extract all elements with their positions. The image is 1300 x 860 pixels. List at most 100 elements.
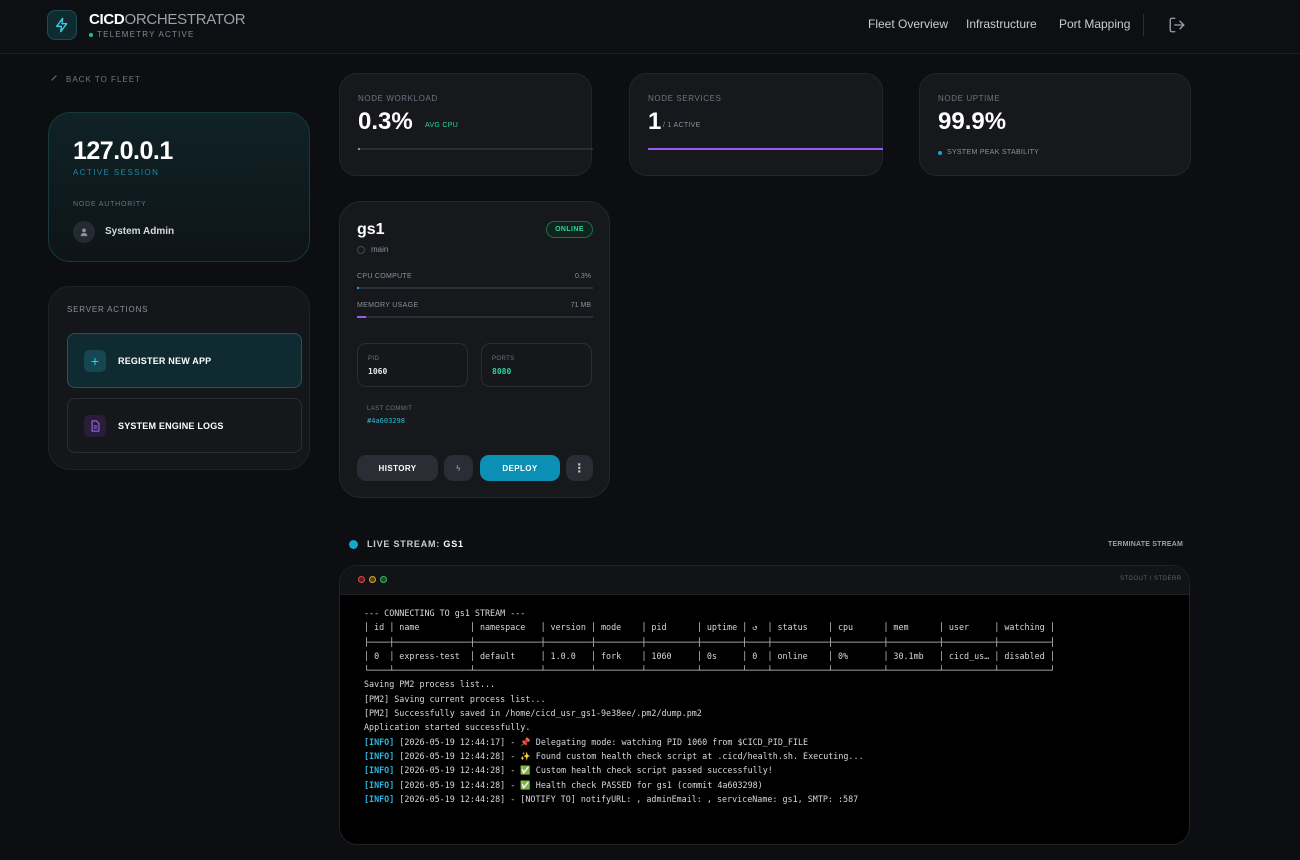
workload-label: NODE WORKLOAD [358,94,438,103]
branch-info: main [357,245,388,254]
uptime-sub: SYSTEM PEAK STABILITY [938,149,1039,156]
terminal-window: STDOUT / STDERR --- CONNECTING TO gs1 ST… [339,565,1190,845]
register-new-app-button[interactable]: + REGISTER NEW APP [67,333,302,388]
app-name: gs1 [357,221,385,238]
ports-value: 8080 [492,367,512,376]
info-text: [2026-05-19 12:44:28] - ✅ Health check P… [399,779,763,790]
uptime-label: NODE UPTIME [938,94,1001,103]
cpu-label: CPU COMPUTE [357,273,413,280]
telemetry-label: TELEMETRY ACTIVE [97,30,195,39]
terminal-info-line: [INFO] [2026-05-19 12:44:28] - ✨ Found c… [364,749,1055,763]
document-icon [84,414,106,437]
back-to-fleet-link[interactable]: BACK TO FLEET [50,74,141,84]
commit-hash[interactable]: #4a603298 [367,417,405,425]
back-label: BACK TO FLEET [66,74,141,84]
stream-channel-tag: STDOUT / STDERR [1120,576,1182,582]
authority-label: NODE AUTHORITY [73,201,147,208]
terminal-line: [PM2] Saving current process list... [364,693,546,704]
node-services-card: NODE SERVICES 1 / 1 ACTIVE [629,73,883,176]
workload-sub: AVG CPU [425,122,459,129]
info-tag: [INFO] [364,736,395,747]
app-brand: CICDORCHESTRATOR [89,11,246,28]
branch-label: main [371,245,389,254]
close-dot-icon [358,576,365,583]
uptime-dot-icon [938,150,942,155]
info-tag: [INFO] [364,750,395,761]
ports-box: PORTS 8080 [481,343,592,387]
history-button[interactable]: HISTORY [357,455,438,481]
ports-label: PORTS [492,356,515,362]
workload-bar [358,148,593,150]
admin-name: System Admin [105,226,175,237]
stream-title: LIVE STREAM: GS1 [367,539,464,549]
system-engine-logs-button[interactable]: SYSTEM ENGINE LOGS [67,398,302,453]
deploy-button[interactable]: DEPLOY [480,455,560,481]
brand-light: ORCHESTRATOR [124,11,246,28]
restart-bolt-icon[interactable]: ϟ [444,455,473,481]
cpu-value: 0.3% [575,273,591,280]
app-card-gs1[interactable]: gs1 ONLINE main CPU COMPUTE 0.3% MEMORY … [339,201,610,498]
last-commit-box: LAST COMMIT #4a603298 [357,399,593,435]
uptime-sub-label: SYSTEM PEAK STABILITY [947,149,1040,156]
terminal-info-line: [INFO] [2026-05-19 12:44:28] - ✅ Custom … [364,763,1055,777]
terminate-stream-button[interactable]: TERMINATE STREAM [1108,541,1183,548]
terminal-info-line: [INFO] [2026-05-19 12:44:17] - 📌 Delegat… [364,735,1055,749]
terminal-line: Saving PM2 process list... [364,679,496,690]
terminal-info-line: [INFO] [2026-05-19 12:44:28] - ✅ Health … [364,778,1055,792]
bolt-logo-icon [47,10,77,40]
nav-infrastructure[interactable]: Infrastructure [966,17,1037,31]
nav-port-mapping[interactable]: Port Mapping [1059,17,1130,31]
terminal-output: --- CONNECTING TO gs1 STREAM --- │ id │ … [364,606,1055,806]
stream-title-label: LIVE STREAM: [367,539,441,549]
status-dot-icon [89,32,93,37]
info-text: [2026-05-19 12:44:28] - ✨ Found custom h… [399,750,864,761]
terminal-titlebar: STDOUT / STDERR [340,566,1189,595]
stream-status-dot-icon [349,539,358,549]
node-workload-card: NODE WORKLOAD 0.3% AVG CPU [339,73,593,176]
info-tag: [INFO] [364,793,395,804]
terminal-line: │ 0 │ express-test │ default │ 1.0.0 │ f… [364,650,1055,661]
nav-fleet-overview[interactable]: Fleet Overview [868,17,948,31]
workload-bar-fill [358,148,360,150]
plus-icon: + [84,349,106,372]
info-tag: [INFO] [364,779,395,790]
user-avatar-icon [73,221,95,243]
minimize-dot-icon [369,576,376,583]
services-label: NODE SERVICES [648,94,722,103]
terminal-info-line: [INFO] [2026-05-19 12:44:28] - [NOTIFY T… [364,792,1055,806]
workload-value: 0.3% [358,108,413,135]
nav-divider [1143,14,1144,36]
uptime-value: 99.9% [938,108,1007,135]
memory-bar-fill [357,316,367,318]
cpu-bar [357,287,593,289]
logout-icon[interactable] [1168,16,1186,34]
pid-label: PID [368,356,380,362]
info-text: [2026-05-19 12:44:17] - 📌 Delegating mod… [399,736,809,747]
commit-label: LAST COMMIT [367,406,413,412]
stream-app-name: GS1 [443,539,464,549]
terminal-line: [PM2] Successfully saved in /home/cicd_u… [364,708,702,719]
memory-bar [357,316,593,318]
services-sub: / 1 ACTIVE [663,122,701,129]
terminal-line: Application started successfully. [364,722,531,733]
pid-value: 1060 [368,367,388,376]
register-label: REGISTER NEW APP [118,355,212,366]
terminal-line: --- CONNECTING TO gs1 STREAM --- [364,608,526,618]
maximize-dot-icon [380,576,387,583]
actions-title: SERVER ACTIONS [67,305,149,314]
terminal-line: ├────┼───────────────┼─────────────┼────… [364,636,1055,647]
more-options-icon[interactable]: ⋮ [566,455,593,481]
info-tag: [INFO] [364,765,395,776]
terminal-line: └────┴───────────────┴─────────────┴────… [364,665,1055,676]
session-card: 127.0.0.1 ACTIVE SESSION NODE AUTHORITY … [48,112,310,262]
live-stream-header: LIVE STREAM: GS1 [349,539,464,549]
session-status: ACTIVE SESSION [73,168,160,177]
terminal-line: │ id │ name │ namespace │ version │ mode… [364,622,1055,633]
status-badge: ONLINE [546,221,593,238]
arrow-left-icon [50,74,58,84]
cpu-bar-fill [357,287,359,289]
branch-icon [357,245,365,254]
services-bar [648,148,883,150]
memory-value: 71 MB [570,302,591,309]
pid-box: PID 1060 [357,343,468,387]
